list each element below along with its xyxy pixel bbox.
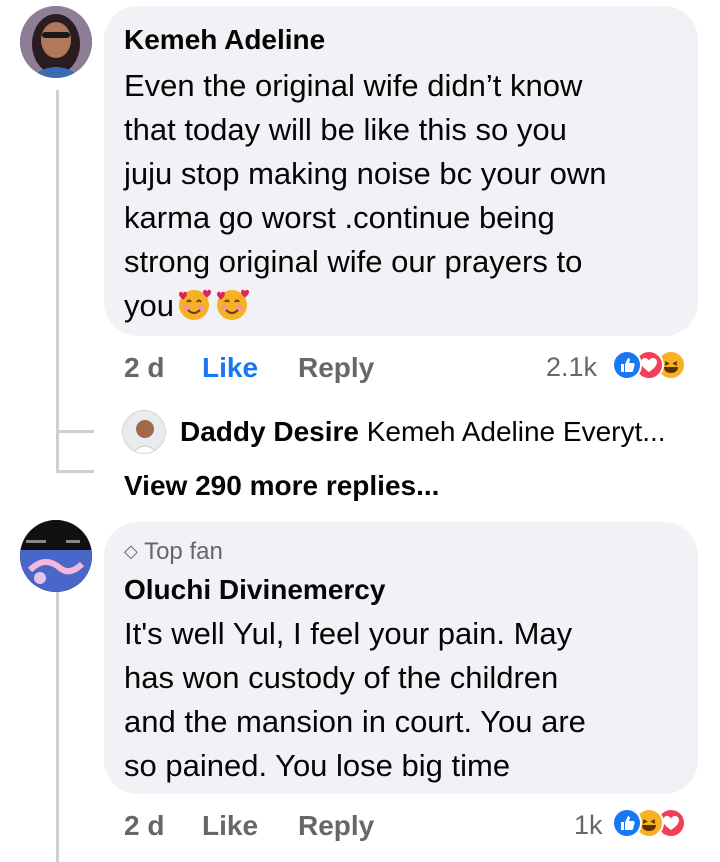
like-button[interactable]: Like [202, 352, 258, 384]
diamond-icon: ◇ [124, 541, 138, 561]
like-button[interactable]: Like [202, 810, 258, 842]
comment-text-line: juju stop making noise bc your own [124, 156, 607, 191]
view-more-replies-link[interactable]: View 290 more replies... [124, 470, 439, 502]
comment-author[interactable]: Oluchi Divinemercy [124, 574, 385, 606]
profile-photo-icon [20, 520, 92, 592]
reaction-count[interactable]: 2.1k [546, 352, 597, 383]
thread-line [56, 590, 59, 862]
reply-preview[interactable]: Daddy Desire Kemeh Adeline Everyt... [180, 416, 666, 448]
comment-author[interactable]: Kemeh Adeline [124, 24, 325, 56]
comment-text: Even the original wife didn’t know that … [124, 64, 694, 328]
badge-label: Top fan [144, 538, 223, 565]
reply-author[interactable]: Daddy Desire [180, 416, 359, 447]
reaction-icons[interactable] [612, 350, 702, 382]
avatar[interactable] [20, 520, 92, 592]
like-reaction-icon [612, 350, 642, 380]
comment-time: 2 d [124, 352, 165, 383]
comment-text-line: karma go worst .continue being [124, 200, 555, 235]
reply-button[interactable]: Reply [298, 810, 374, 842]
top-fan-badge[interactable]: ◇ Top fan [124, 538, 223, 566]
comment-text-line: that today will be like this so you [124, 112, 567, 147]
comment-text-line: Even the original wife didn’t know [124, 68, 583, 103]
smiling-face-with-hearts-icon [178, 289, 211, 320]
comment-text-line: has won custody of the children [124, 660, 559, 695]
like-reaction-icon [612, 808, 642, 838]
reaction-icons[interactable] [612, 808, 702, 840]
thread-branch [56, 430, 94, 433]
comment-text-line: and the mansion in court. You are [124, 704, 586, 739]
comment-time: 2 d [124, 810, 165, 841]
comment-text-line: It's well Yul, I feel your pain. May [124, 616, 573, 651]
comment-text-line: strong original wife our prayers to [124, 244, 583, 279]
thread-line [56, 90, 59, 472]
reply-button[interactable]: Reply [298, 352, 374, 384]
thread-branch [56, 470, 94, 473]
comment-text-line: you [124, 284, 694, 328]
profile-photo-icon [20, 6, 92, 78]
smiling-face-with-hearts-icon [216, 289, 249, 320]
comment-text-line: so pained. You lose big time [124, 748, 511, 783]
comment-text-fragment: you [124, 288, 174, 323]
reply-snippet: Kemeh Adeline Everyt... [366, 416, 666, 447]
avatar[interactable] [20, 6, 92, 78]
reply-avatar[interactable] [122, 410, 166, 454]
reaction-count[interactable]: 1k [574, 810, 603, 841]
comment-text: It's well Yul, I feel your pain. May has… [124, 612, 694, 788]
profile-photo-icon [132, 420, 158, 453]
